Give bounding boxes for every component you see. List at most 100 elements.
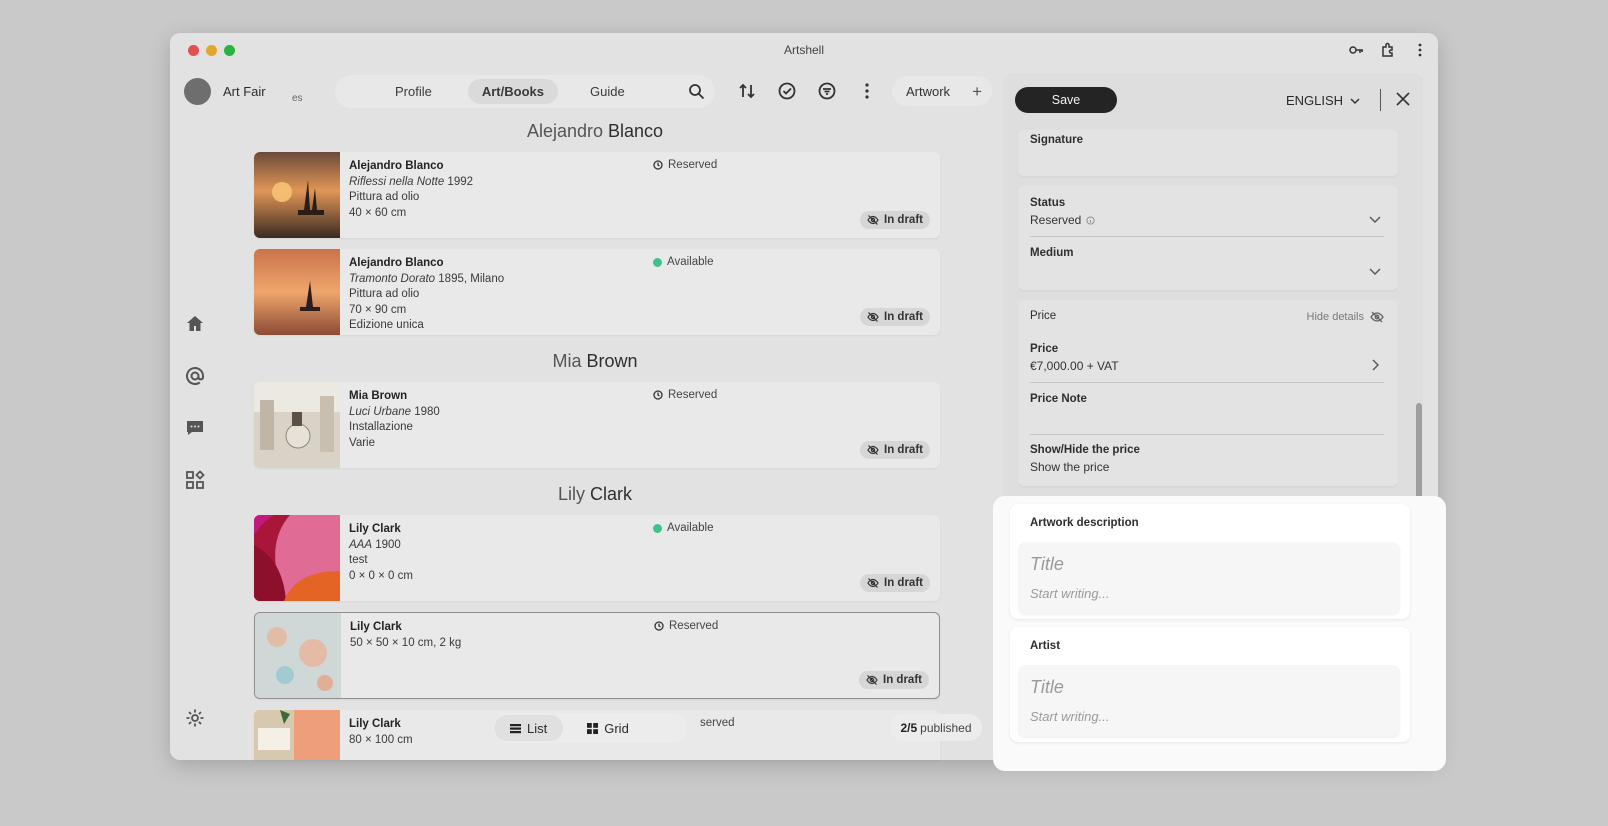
chevron-down-icon[interactable]	[1368, 264, 1382, 278]
editor-body-placeholder: Start writing...	[1030, 586, 1110, 601]
group-last-name: Blanco	[608, 121, 664, 141]
card-title-line: Luci Urbane 1980	[349, 405, 440, 421]
extensions-icon[interactable]	[1380, 42, 1396, 58]
artwork-card[interactable]: Mia Brown Luci Urbane 1980 Installazione…	[254, 382, 940, 468]
artwork-card[interactable]: Lily Clark AAA 1900 test 0 × 0 × 0 cm Av…	[254, 515, 940, 601]
tab-guide[interactable]: Guide	[576, 79, 639, 104]
draft-badge[interactable]: In draft	[860, 211, 930, 229]
show-hide-price-value[interactable]: Show the price	[1030, 460, 1109, 474]
apps-icon[interactable]	[184, 469, 206, 491]
card-title: Tramonto Dorato	[349, 272, 436, 285]
more-options-icon[interactable]	[857, 81, 877, 101]
card-year: 1980	[411, 405, 440, 418]
save-button[interactable]: Save	[1015, 87, 1117, 113]
card-info: Lily Clark AAA 1900 test 0 × 0 × 0 cm	[349, 522, 413, 584]
list-label: List	[527, 720, 548, 736]
window-title: Artshell	[783, 42, 824, 57]
tab-art-books[interactable]: Art/Books	[467, 79, 558, 104]
draft-badge[interactable]: In draft	[859, 671, 929, 689]
card-title: Riflessi nella Notte	[349, 175, 445, 188]
settings-gear-icon[interactable]	[184, 707, 206, 729]
editor-title-placeholder: Title	[1030, 554, 1064, 574]
card-artist: Lily Clark	[349, 718, 401, 730]
user-profile[interactable]: Art Fair	[184, 78, 266, 105]
list-view-button[interactable]: List	[494, 715, 564, 741]
card-dimensions: 50 × 50 × 10 cm, 2 kg	[350, 636, 462, 649]
list-icon	[510, 723, 521, 733]
status-text: Reserved	[668, 159, 718, 171]
artwork-thumbnail	[254, 515, 340, 601]
artwork-thumbnail	[255, 613, 341, 698]
artwork-thumbnail	[254, 710, 340, 760]
card-artist: Lily Clark	[349, 523, 401, 535]
published-label: published	[920, 720, 972, 735]
hide-details-toggle[interactable]: Hide details	[1307, 310, 1384, 324]
at-sign-icon[interactable]	[184, 365, 206, 387]
status-text: Available	[667, 256, 714, 268]
artwork-card[interactable]: Alejandro Blanco Riflessi nella Notte 19…	[254, 152, 940, 238]
language-selector[interactable]: ENGLISH	[1286, 93, 1361, 108]
home-icon[interactable]	[184, 313, 206, 335]
status-badge: Available	[653, 522, 713, 534]
more-vertical-icon[interactable]	[1412, 42, 1428, 58]
card-info: Alejandro Blanco Tramonto Dorato 1895, M…	[349, 256, 504, 334]
artwork-card-selected[interactable]: Lily Clark 50 × 50 × 10 cm, 2 kg Reserve…	[254, 612, 940, 699]
add-artwork-button[interactable]: Artwork +	[892, 76, 992, 106]
group-last-name: Brown	[586, 351, 638, 371]
status-select[interactable]: Reserved	[1030, 213, 1095, 227]
price-label: Price	[1030, 343, 1059, 355]
eye-off-icon	[1370, 311, 1384, 323]
signature-field[interactable]: Signature	[1018, 130, 1398, 176]
price-value[interactable]: €7,000.00 + VAT	[1030, 359, 1119, 373]
draft-text: In draft	[884, 577, 923, 589]
chat-icon[interactable]	[184, 417, 206, 439]
group-first-name: Mia	[552, 351, 582, 371]
status-value: Reserved	[1030, 213, 1082, 227]
key-icon[interactable]	[1348, 42, 1364, 58]
artwork-description-label: Artwork description	[1030, 517, 1139, 529]
group-title: Lily Clark	[250, 484, 940, 505]
close-icon[interactable]	[1394, 90, 1412, 108]
card-artist: Lily Clark	[350, 621, 402, 633]
view-toggle: List Grid	[492, 713, 687, 743]
eye-off-icon	[867, 215, 879, 225]
title-bar: Artshell	[170, 33, 1438, 66]
divider	[1030, 434, 1384, 435]
draft-badge[interactable]: In draft	[860, 574, 930, 592]
editor-body-placeholder: Start writing...	[1030, 709, 1110, 724]
price-section-title: Price	[1030, 310, 1057, 322]
check-circle-icon[interactable]	[777, 81, 797, 101]
chevron-down-icon[interactable]	[1368, 212, 1382, 226]
card-title-line: AAA 1900	[349, 538, 413, 554]
maximize-window-button[interactable]	[224, 45, 235, 56]
draft-text: In draft	[883, 674, 922, 686]
search-icon[interactable]	[688, 83, 705, 100]
status-badge: served	[700, 717, 735, 729]
card-year: 1895, Milano	[435, 272, 505, 285]
artwork-description-editor[interactable]: Title Start writing...	[1018, 542, 1400, 614]
main-nav: Profile Art/Books Guide	[335, 75, 715, 108]
divider	[1030, 236, 1384, 237]
chevron-right-icon[interactable]	[1368, 358, 1382, 372]
clock-icon	[653, 160, 663, 170]
plus-icon: +	[972, 82, 982, 101]
draft-text: In draft	[884, 444, 923, 456]
draft-badge[interactable]: In draft	[860, 308, 930, 326]
draft-badge[interactable]: In draft	[860, 441, 930, 459]
sort-arrows-icon[interactable]	[737, 81, 757, 101]
artwork-thumbnail	[254, 249, 340, 335]
group-first-name: Alejandro	[526, 121, 603, 141]
artwork-card[interactable]: Alejandro Blanco Tramonto Dorato 1895, M…	[254, 249, 940, 335]
tab-profile[interactable]: Profile	[381, 79, 446, 104]
editor-title-placeholder: Title	[1030, 677, 1064, 697]
published-counter: 2/5 published	[890, 714, 982, 741]
status-text: served	[700, 717, 735, 729]
avatar	[184, 78, 211, 105]
price-block: Price Hide details Price €7,000.00 + VAT…	[1018, 300, 1398, 486]
grid-view-button[interactable]: Grid	[571, 715, 645, 741]
artist-editor[interactable]: Title Start writing...	[1018, 665, 1400, 737]
filter-icon[interactable]	[817, 81, 837, 101]
artist-label: Artist	[1030, 640, 1061, 652]
card-title: AAA	[349, 538, 373, 551]
draft-text: In draft	[884, 311, 923, 323]
